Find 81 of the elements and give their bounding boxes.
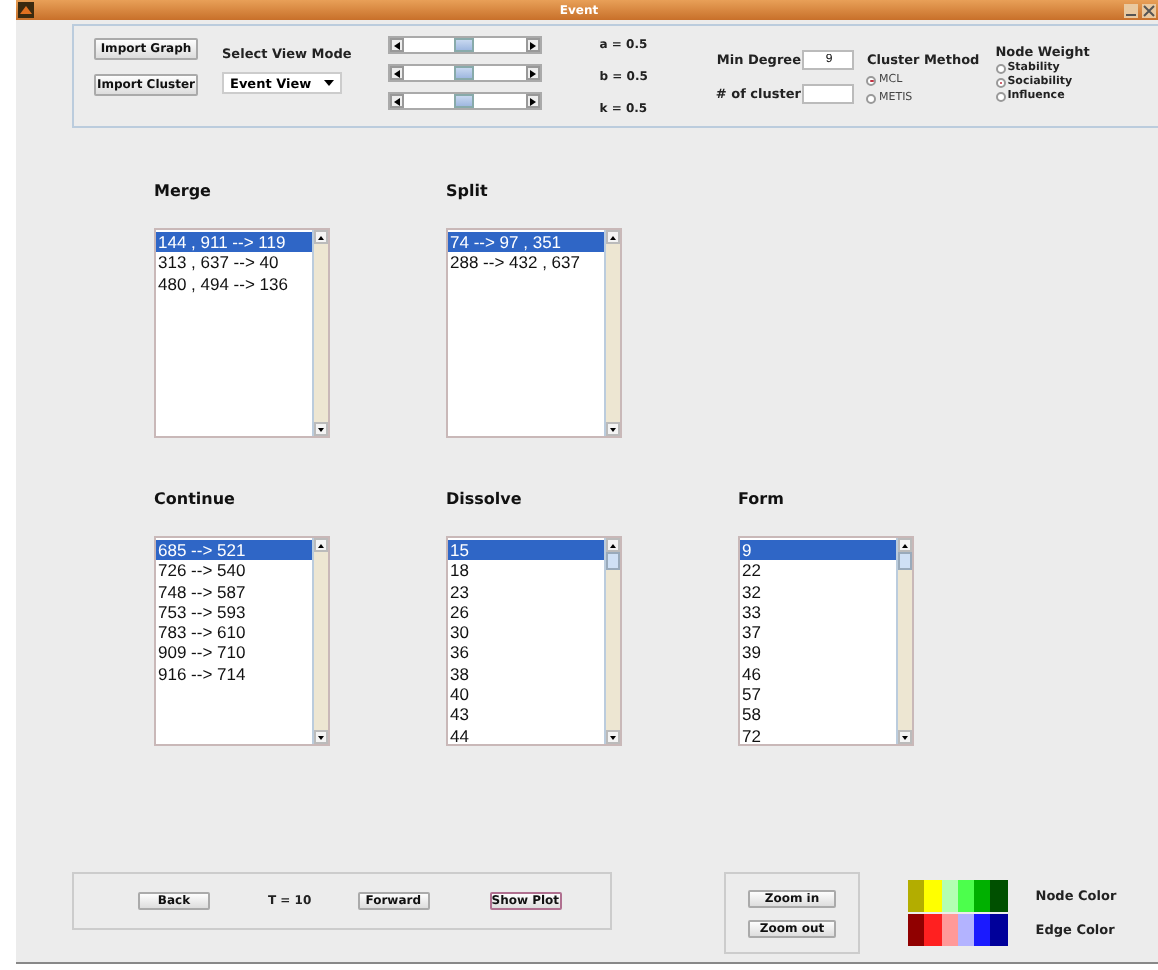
scroll-up-icon[interactable] [610,543,616,547]
scrollbar[interactable] [604,230,620,436]
scrollbar[interactable] [896,538,912,744]
list-title: Dissolve [446,490,524,508]
right-arrow-icon[interactable] [525,38,540,52]
slider-thumb[interactable] [454,38,475,52]
list-item[interactable]: 753 --> 593 [156,601,312,623]
radio-button[interactable] [995,77,1006,87]
scrollbar[interactable] [604,538,620,744]
list-item[interactable]: 144 , 911 --> 119 [156,232,312,253]
close-icon[interactable] [1142,3,1156,17]
scroll-up-icon[interactable] [610,235,616,239]
list-title: Split [446,182,490,200]
scroll-thumb[interactable] [898,552,912,570]
scroll-up-icon[interactable] [902,543,908,547]
list-box[interactable]: 144 , 911 --> 119 313 , 637 --> 40 480 , 494 --> 136 [154,228,330,438]
list-item[interactable]: 74 --> 97 , 351 [448,232,604,253]
list-title: Continue [154,490,237,508]
list-box[interactable]: 9 22 32 33 37 39 46 57 58 72 [738,536,914,746]
list-item[interactable]: 39 [740,642,896,664]
scroll-up-icon[interactable] [318,543,324,547]
radio-button[interactable] [995,91,1006,101]
left-arrow-icon[interactable] [389,66,404,80]
list-item[interactable]: 32 [740,581,896,602]
list-item[interactable]: 36 [448,642,604,664]
radio-button[interactable] [866,75,877,85]
list-box[interactable]: 685 --> 521 726 --> 540 748 --> 587 753 --> 593 783 --> 610 909 --> 710 916 --> 714 [154,536,330,746]
scroll-thumb[interactable] [606,552,620,570]
list-box[interactable]: 74 --> 97 , 351 288 --> 432 , 637 [446,228,622,438]
list-item[interactable]: 288 --> 432 , 637 [448,252,604,274]
scroll-down-icon[interactable] [318,427,324,431]
list-item[interactable]: 37 [740,622,896,643]
slider-thumb[interactable] [454,94,475,108]
slider[interactable] [387,64,542,82]
minimize-icon[interactable] [1124,3,1138,17]
right-arrow-icon[interactable] [525,66,540,80]
radio-button[interactable] [995,63,1006,73]
list-item[interactable]: 30 [448,622,604,643]
list-item[interactable]: 40 [448,684,604,705]
radio-button[interactable] [866,93,877,103]
scrollbar[interactable] [312,538,328,744]
scroll-down-icon[interactable] [610,427,616,431]
list-item[interactable]: 480 , 494 --> 136 [156,273,312,294]
list-title: Merge [154,182,213,200]
list-item[interactable]: 748 --> 587 [156,581,312,602]
list-item[interactable]: 783 --> 610 [156,622,312,643]
dropdown-arrow-icon[interactable] [324,80,334,86]
list-item[interactable]: 58 [740,704,896,726]
scroll-up-icon[interactable] [318,235,324,239]
slider-thumb[interactable] [454,66,475,80]
list-item[interactable]: 43 [448,704,604,726]
list-item[interactable]: 909 --> 710 [156,642,312,664]
scroll-down-icon[interactable] [902,735,908,739]
list-item[interactable]: 726 --> 540 [156,560,312,582]
list-item[interactable]: 44 [448,725,604,744]
list-item[interactable]: 23 [448,581,604,602]
list-item[interactable]: 57 [740,684,896,705]
list-item[interactable]: 26 [448,601,604,623]
list-item[interactable]: 15 [448,540,604,561]
list-item[interactable]: 33 [740,601,896,623]
list-item[interactable]: 38 [448,663,604,685]
slider[interactable] [387,92,542,110]
scroll-down-icon[interactable] [610,735,616,739]
list-item[interactable]: 9 [740,540,896,561]
left-arrow-icon[interactable] [389,94,404,108]
list-item[interactable]: 46 [740,663,896,685]
list-title: Form [738,490,786,508]
list-item[interactable]: 22 [740,560,896,582]
scroll-down-icon[interactable] [318,735,324,739]
left-arrow-icon[interactable] [389,38,404,52]
list-item[interactable]: 685 --> 521 [156,540,312,561]
slider[interactable] [387,36,542,54]
list-item[interactable]: 916 --> 714 [156,663,312,685]
right-arrow-icon[interactable] [525,94,540,108]
app-icon [18,2,34,18]
scrollbar[interactable] [312,230,328,436]
list-item[interactable]: 18 [448,560,604,582]
input-field[interactable] [802,84,855,104]
list-item[interactable]: 313 , 637 --> 40 [156,252,312,274]
list-item[interactable]: 72 [740,725,896,744]
list-box[interactable]: 15 18 23 26 30 36 38 40 43 44 [446,536,622,746]
